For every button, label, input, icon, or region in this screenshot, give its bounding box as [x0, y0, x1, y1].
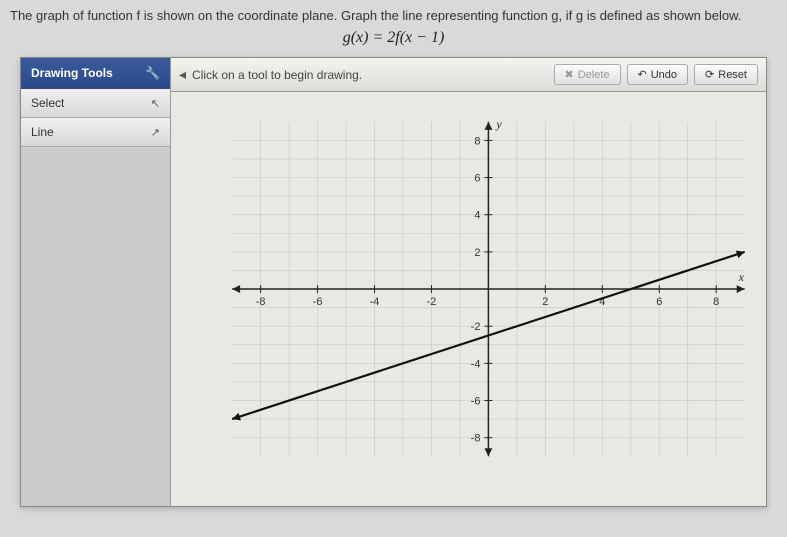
tool-select[interactable]: Select ↖ [21, 89, 170, 118]
delete-button[interactable]: ✖ Delete [554, 64, 621, 85]
svg-text:-8: -8 [256, 296, 266, 308]
svg-text:-8: -8 [471, 433, 481, 445]
reset-button[interactable]: ⟳ Reset [694, 64, 758, 85]
tool-sidebar: Drawing Tools 🔧 Select ↖ Line ↗ [21, 58, 171, 506]
svg-text:2: 2 [542, 296, 548, 308]
x-icon: ✖ [565, 68, 574, 81]
undo-label: Undo [651, 69, 677, 81]
canvas-toolbar: ◂ Click on a tool to begin drawing. ✖ De… [171, 58, 766, 92]
graph-canvas[interactable]: -8-6-4-22468-8-6-4-22468xy [171, 92, 766, 506]
reset-icon: ⟳ [705, 68, 714, 81]
undo-icon: ↶ [638, 68, 647, 81]
svg-text:x: x [738, 270, 745, 284]
tool-line-label: Line [31, 125, 54, 139]
svg-text:8: 8 [474, 135, 480, 147]
problem-instruction: The graph of function f is shown on the … [0, 0, 787, 25]
undo-button[interactable]: ↶ Undo [627, 64, 689, 85]
sidebar-header: Drawing Tools 🔧 [21, 58, 170, 89]
svg-text:y: y [495, 117, 502, 131]
tool-select-label: Select [31, 96, 64, 110]
delete-label: Delete [578, 69, 610, 81]
toolbar-hint: ◂ Click on a tool to begin drawing. [179, 66, 548, 83]
hint-text: Click on a tool to begin drawing. [192, 68, 362, 82]
svg-text:-6: -6 [471, 395, 481, 407]
svg-text:2: 2 [474, 247, 480, 259]
svg-text:-2: -2 [427, 296, 437, 308]
main-panel: ◂ Click on a tool to begin drawing. ✖ De… [171, 58, 766, 506]
drawing-app: Drawing Tools 🔧 Select ↖ Line ↗ ◂ Click … [20, 57, 767, 507]
sidebar-empty [21, 147, 170, 506]
svg-text:-2: -2 [471, 321, 481, 333]
tool-line[interactable]: Line ↗ [21, 118, 170, 147]
svg-text:-6: -6 [313, 296, 323, 308]
pointer-left-icon: ◂ [179, 66, 186, 83]
reset-label: Reset [718, 69, 747, 81]
svg-text:6: 6 [474, 173, 480, 185]
svg-text:-4: -4 [370, 296, 380, 308]
coordinate-plane: -8-6-4-22468-8-6-4-22468xy [171, 92, 766, 506]
cursor-icon: ↖ [151, 97, 160, 110]
svg-text:4: 4 [474, 210, 480, 222]
sidebar-title: Drawing Tools [31, 66, 113, 80]
wrench-icon: 🔧 [145, 66, 160, 80]
problem-formula: g(x) = 2f(x − 1) [0, 25, 787, 57]
svg-text:6: 6 [656, 296, 662, 308]
svg-text:8: 8 [713, 296, 719, 308]
line-icon: ↗ [151, 126, 160, 139]
svg-text:-4: -4 [471, 358, 481, 370]
